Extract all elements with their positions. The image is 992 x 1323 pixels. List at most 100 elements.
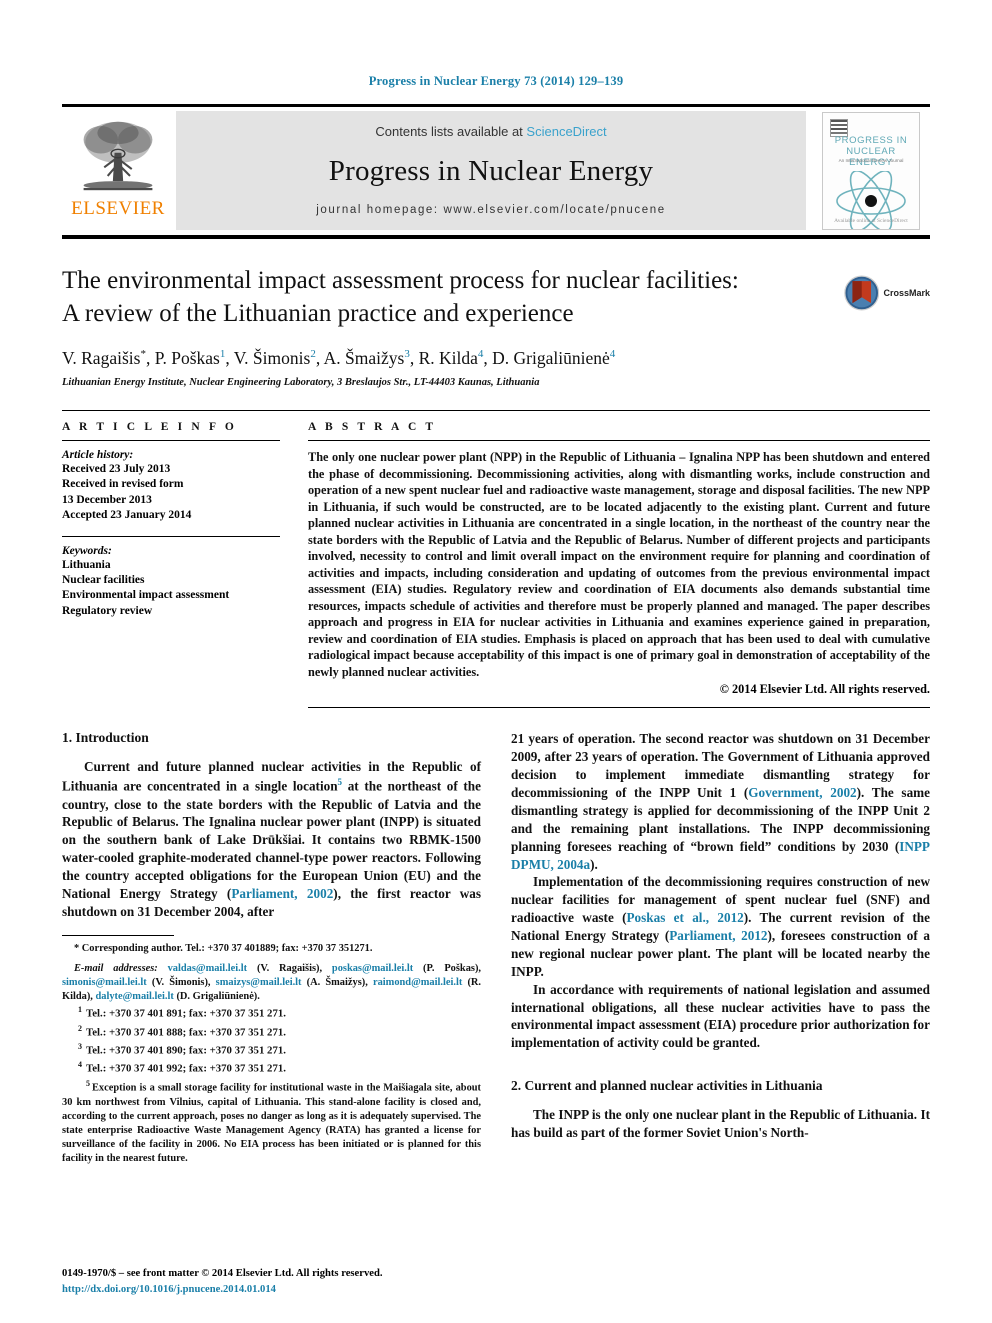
article-history-item: Received 23 July 2013 [62,463,171,475]
keywords-list: Lithuania Nuclear facilities Environmental… [62,558,280,620]
cover-title-line1: PROGRESS IN [834,135,908,146]
divider [62,535,280,537]
article-page: Progress in Nuclear Energy 73 (2014) 129… [0,0,992,1323]
email-owner: (V. Šimonis), [146,976,211,988]
affiliation: Lithuanian Energy Institute, Nuclear Eng… [62,377,540,388]
author-affiliation-marker[interactable]: 4 [478,348,484,360]
author-name: D. Grigaliūnienė [492,348,610,368]
footnote-number: 1 [78,1005,82,1015]
numbered-footnote: 4 Tel.: +370 37 401 992; fax: +370 37 351… [62,1059,481,1077]
abstract-column: A B S T R A C T The only one nuclear pow… [308,421,930,709]
email-owner: (D. Grigaliūnienė). [173,991,260,1003]
author-affiliation-marker[interactable]: 3 [404,348,410,360]
article-title-line2: A review of the Lithuanian practice and … [62,299,574,327]
footnote-5-number: 5 [86,1079,90,1089]
section-heading-2: 2. Current and planned nuclear activitie… [511,1078,823,1094]
author-affiliation-marker[interactable]: 2 [310,348,316,360]
page-title: The environmental impact assessment proc… [62,265,822,330]
email-owner: (P. Poškas), [413,962,481,974]
right-paragraph-1: 21 years of operation. The second reacto… [511,730,930,873]
abstract-text: The only one nuclear power plant (NPP) i… [308,450,930,679]
journal-masthead: ELSEVIER Contents lists available at Sci… [62,104,930,239]
keyword-item: Regulatory review [62,604,153,617]
author-affiliation-marker[interactable]: * [140,348,146,360]
crossmark-badge[interactable]: CrossMark [844,271,930,315]
email-link[interactable]: dalyte@mail.lei.lt [96,991,174,1002]
page-footer: 0149-1970/$ – see front matter © 2014 El… [62,1266,481,1297]
cover-subtitle: An International Review Journal [838,158,904,163]
body-columns: 1. Introduction Current and future plann… [62,730,930,1166]
journal-cover: PROGRESS IN NUCLEAR ENERGY An Internatio… [812,107,930,235]
footnote-5-text: Exception is a small storage facility fo… [62,1082,481,1165]
left-column: 1. Introduction Current and future plann… [62,730,481,1166]
abstract-copyright: © 2014 Elsevier Ltd. All rights reserved… [719,682,930,697]
numbered-footnote: 2 Tel.: +370 37 401 888; fax: +370 37 351… [62,1023,481,1041]
citation-government-2002[interactable]: Government, 2002 [748,785,856,800]
doi-link[interactable]: http://dx.doi.org/10.1016/j.pnucene.2014… [62,1282,481,1297]
citation-poskas-2012[interactable]: Poskas et al., 2012 [627,910,744,925]
email-owner: (A. Šmaižys), [301,976,368,988]
article-info-column: A R T I C L E I N F O Article history: R… [62,421,308,708]
citation-parliament-2012[interactable]: Parliament, 2012 [669,928,767,943]
citation-parliament-2002[interactable]: Parliament, 2002 [231,886,333,901]
elsevier-tree-icon [83,121,153,191]
article-history-item: Accepted 23 January 2014 [62,509,192,522]
email-link[interactable]: smaizys@mail.lei.lt [216,977,302,988]
right-column: 21 years of operation. The second reacto… [511,730,930,1166]
article-history-item: Received in revised form [62,478,184,491]
email-link[interactable]: raimond@mail.lei.lt [373,977,462,988]
author-name: P. Poškas [154,348,220,368]
email-link[interactable]: valdas@mail.lei.lt [168,963,248,974]
numbered-footnote-list: 1 Tel.: +370 37 401 891; fax: +370 37 351… [62,1004,481,1077]
footnote-text: Tel.: +370 37 401 992; fax: +370 37 351 … [86,1062,286,1075]
keywords-label: Keywords: [62,544,112,557]
email-owner: (V. Ragaišis), [247,962,323,974]
elsevier-logo: ELSEVIER [62,107,174,235]
info-abstract-section: A R T I C L E I N F O Article history: R… [62,410,930,709]
author-name: A. Šmaižys [323,348,405,368]
numbered-footnote: 3 Tel.: +370 37 401 890; fax: +370 37 351… [62,1041,481,1059]
author-list: V. Ragaišis*, P. Poškas1, V. Šimonis2, A… [62,348,616,368]
section-heading-introduction: 1. Introduction [62,730,149,746]
right-paragraph-2: Implementation of the decommissioning re… [511,873,930,980]
title-block: The environmental impact assessment proc… [62,265,930,388]
sciencedirect-link[interactable]: ScienceDirect [526,124,606,139]
author-affiliation-marker[interactable]: 1 [220,348,226,360]
elsevier-wordmark: ELSEVIER [71,198,165,219]
footnote-text: Tel.: +370 37 401 888; fax: +370 37 351 … [86,1026,286,1039]
author-name: V. Ragaišis [62,348,141,368]
email-link[interactable]: poskas@mail.lei.lt [332,963,413,974]
footnote-text: Tel.: +370 37 401 891; fax: +370 37 351 … [86,1007,286,1020]
crossmark-label: CrossMark [883,288,930,298]
divider [308,440,930,441]
footnote-number: 3 [78,1041,82,1051]
keyword-item: Nuclear facilities [62,574,145,587]
numbered-footnote: 1 Tel.: +370 37 401 891; fax: +370 37 351… [62,1004,481,1022]
journal-cover-image: PROGRESS IN NUCLEAR ENERGY An Internatio… [822,112,920,230]
contents-available-line: Contents lists available at ScienceDirec… [375,124,606,139]
journal-title: Progress in Nuclear Energy [328,155,654,187]
article-info-heading: A R T I C L E I N F O [62,421,237,433]
footnote-number: 2 [78,1023,82,1033]
intro-text-b: at the northeast of the country, close t… [62,778,481,901]
author-name: R. Kilda [418,348,478,368]
right-paragraph-3: In accordance with requirements of natio… [511,981,930,1051]
email-link[interactable]: simonis@mail.lei.lt [62,977,147,988]
article-history-label: Article history: [62,449,134,461]
journal-homepage[interactable]: journal homepage: www.elsevier.com/locat… [316,204,665,216]
footnote-divider [62,934,174,936]
divider [308,707,930,709]
sec2-paragraph-1: The INPP is the only one nuclear plant i… [511,1107,930,1141]
author-name: V. Šimonis [233,348,311,368]
keyword-item: Environmental impact assessment [62,589,230,602]
journal-band: Contents lists available at ScienceDirec… [176,111,806,230]
abstract-body: The only one nuclear power plant (NPP) i… [308,449,930,697]
running-head: Progress in Nuclear Energy 73 (2014) 129… [368,74,624,88]
author-affiliation-marker[interactable]: 4 [610,348,616,360]
article-title-line1: The environmental impact assessment proc… [62,267,739,294]
footnote-number: 4 [78,1059,82,1069]
divider [62,440,280,441]
footnote-text: Tel.: +370 37 401 890; fax: +370 37 351 … [86,1044,286,1057]
article-history-list: Received 23 July 2013 Received in revised… [62,462,280,524]
issn-copyright-line: 0149-1970/$ – see front matter © 2014 El… [62,1268,383,1280]
